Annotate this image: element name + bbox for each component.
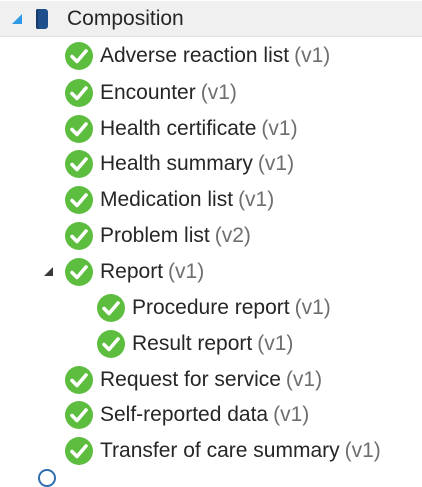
- check-circle-icon: [65, 150, 93, 178]
- tree-label-version: (v1): [294, 296, 331, 319]
- tree-label-version: (v1): [294, 44, 331, 67]
- tree-row-adverse-reaction-list[interactable]: Adverse reaction list (v1): [0, 38, 422, 74]
- tree-row-self-reported-data[interactable]: Self-reported data (v1): [0, 397, 422, 433]
- tree-row-procedure-report[interactable]: Procedure report (v1): [0, 290, 422, 326]
- tree-label-name: Encounter: [100, 81, 196, 104]
- tree-label-version: (v1): [200, 81, 237, 104]
- tree-label: Report (v1): [100, 254, 204, 290]
- tree-label-version: (v1): [168, 260, 205, 283]
- tree-row-encounter[interactable]: Encounter (v1): [0, 75, 422, 111]
- check-circle-icon: [65, 366, 93, 394]
- tree-row-transfer-of-care-summary[interactable]: Transfer of care summary (v1): [0, 433, 422, 469]
- tree-label: Medication list (v1): [100, 182, 274, 218]
- check-circle-icon: [97, 330, 125, 358]
- tree-label-name: Health certificate: [100, 117, 257, 140]
- tree-label: Request for service (v1): [100, 362, 322, 398]
- check-circle-icon: [65, 186, 93, 214]
- tree-label: Health summary (v1): [100, 146, 294, 182]
- tree-label-name: Procedure report: [132, 296, 290, 319]
- tree-label-name: Medication list: [100, 188, 234, 211]
- tree-label-composition: Composition: [67, 1, 184, 37]
- tree-label-name: Report: [100, 260, 164, 283]
- tree-label-version: (v1): [285, 368, 323, 391]
- tree-label-version: (v2): [214, 224, 251, 247]
- tree-label-name: Health summary: [100, 152, 253, 175]
- tree-row-problem-list[interactable]: Problem list (v2): [0, 218, 422, 254]
- tree-label-version: (v1): [257, 152, 295, 175]
- book-icon: [36, 9, 48, 29]
- tree-label-name: Result report: [132, 332, 253, 355]
- tree-label-name: Composition: [67, 7, 184, 30]
- check-circle-icon: [97, 294, 125, 322]
- check-circle-icon: [65, 42, 93, 70]
- check-circle-icon: [65, 79, 93, 107]
- tree-label: Health certificate (v1): [100, 111, 298, 147]
- tree-label-name: Self-reported data: [100, 403, 269, 426]
- tree-label: Problem list (v2): [100, 218, 251, 254]
- tree-row-request-for-service[interactable]: Request for service (v1): [0, 362, 422, 398]
- cluster-icon: [38, 469, 56, 487]
- tree-label-version: (v1): [344, 439, 381, 462]
- tree-label: Result report (v1): [132, 326, 293, 362]
- expanded-triangle-icon[interactable]: [12, 14, 22, 24]
- tree-label: Self-reported data (v1): [100, 397, 309, 433]
- check-circle-icon: [65, 258, 93, 286]
- tree-label-version: (v1): [261, 117, 298, 140]
- tree-row-report[interactable]: Report (v1): [0, 254, 422, 290]
- tree-label-name: Adverse reaction list: [100, 44, 290, 67]
- tree-label-name: Problem list: [100, 224, 210, 247]
- tree-label: Transfer of care summary (v1): [100, 433, 381, 469]
- archetype-tree: Composition Adverse reaction list (v1) En…: [0, 0, 422, 487]
- check-circle-icon: [65, 115, 93, 143]
- tree-label-name: Transfer of care summary: [100, 439, 340, 462]
- tree-label: Adverse reaction list (v1): [100, 38, 330, 74]
- tree-row-health-certificate[interactable]: Health certificate (v1): [0, 111, 422, 147]
- tree-row-medication-list[interactable]: Medication list (v1): [0, 182, 422, 218]
- tree-label-version: (v1): [238, 188, 275, 211]
- check-circle-icon: [65, 222, 93, 250]
- tree-label: Procedure report (v1): [132, 290, 331, 326]
- tree-label-version: (v1): [273, 403, 310, 426]
- tree-label-version: (v1): [257, 332, 294, 355]
- tree-label-name: Request for service: [100, 368, 281, 391]
- check-circle-icon: [65, 401, 93, 429]
- tree-row-composition[interactable]: Composition: [0, 1, 422, 37]
- check-circle-icon: [65, 437, 93, 465]
- expanded-triangle-icon[interactable]: [44, 267, 53, 276]
- tree-row-result-report[interactable]: Result report (v1): [0, 326, 422, 362]
- tree-label: Encounter (v1): [100, 75, 237, 111]
- tree-row-health-summary[interactable]: Health summary (v1): [0, 146, 422, 182]
